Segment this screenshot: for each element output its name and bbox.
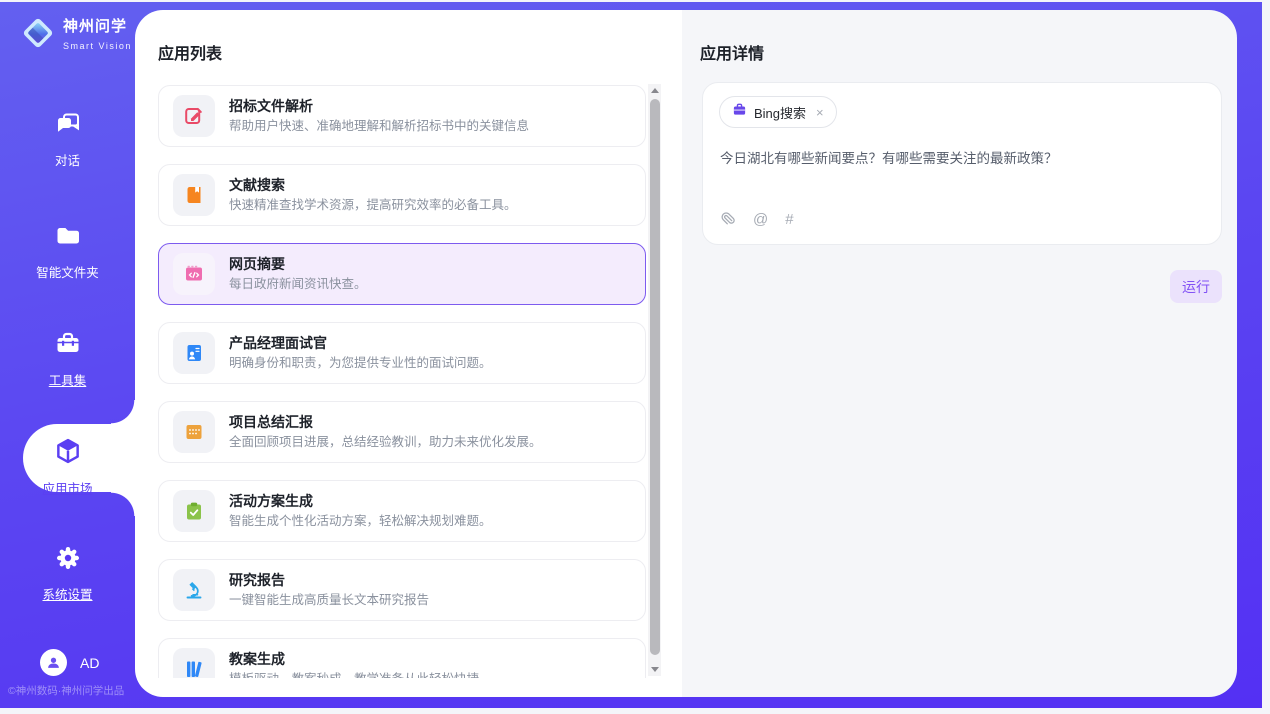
app-card-bid-document-parse[interactable]: 招标文件解析 帮助用户快速、准确地理解和解析招标书中的关键信息 [158,85,646,147]
app-list: 招标文件解析 帮助用户快速、准确地理解和解析招标书中的关键信息 文献搜索 快速精… [158,85,646,678]
brand-subtitle: Smart Vision [63,41,132,51]
app-name: 研究报告 [229,573,429,588]
microscope-icon [173,569,215,611]
briefcase-icon [732,102,747,122]
sidebar-footer-credit: ©神州数码·神州问学出品 [8,683,148,698]
gear-icon [54,559,82,576]
cube-icon [53,453,83,470]
user-initials: AD [80,655,99,671]
sidebar-item-label: 对话 [0,150,135,169]
sidebar-item-chat[interactable]: 对话 [0,110,135,169]
app-description: 模板驱动，教案秒成，教学准备从此轻松快捷 [229,672,479,678]
app-name: 文献搜索 [229,178,517,193]
avatar [40,649,67,676]
brand-name: 神州问学 [63,18,127,35]
sidebar-item-label: 工具集 [0,370,135,389]
prompt-input-card[interactable]: Bing搜索 × 今日湖北有哪些新闻要点？有哪些需要关注的最新政策？ @ # [702,82,1222,245]
tool-chip-label: Bing搜索 [754,103,806,122]
app-card-research-report[interactable]: 研究报告 一键智能生成高质量长文本研究报告 [158,559,646,621]
note-icon [173,411,215,453]
app-list-scrollbar[interactable] [648,84,661,676]
brand-logo: 神州问学 Smart Vision [20,15,132,56]
scroll-up-arrow[interactable] [648,84,661,97]
document-edit-icon [173,95,215,137]
books-icon [173,648,215,678]
sidebar-item-label: 系统设置 [0,584,135,603]
app-name: 产品经理面试官 [229,336,492,351]
run-button[interactable]: 运行 [1170,270,1222,303]
gem-logo-icon [20,15,56,56]
app-card-event-plan[interactable]: 活动方案生成 智能生成个性化活动方案，轻松解决规划难题。 [158,480,646,542]
app-name: 活动方案生成 [229,494,492,509]
close-icon[interactable]: × [816,105,824,120]
app-card-pm-interviewer[interactable]: 产品经理面试官 明确身份和职责，为您提供专业性的面试问题。 [158,322,646,384]
input-toolbar: @ # [720,209,794,231]
app-name: 项目总结汇报 [229,415,542,430]
app-name: 网页摘要 [229,257,367,272]
sidebar-item-settings[interactable]: 系统设置 [0,544,135,603]
scroll-down-arrow[interactable] [648,663,661,676]
book-icon [173,174,215,216]
paperclip-icon[interactable] [720,209,736,231]
user-account[interactable]: AD [40,649,99,676]
folder-icon [54,237,82,254]
sidebar-item-label: 应用市场 [0,478,135,497]
app-description: 智能生成个性化活动方案，轻松解决规划难题。 [229,514,492,528]
app-detail-title: 应用详情 [700,40,764,64]
app-list-title: 应用列表 [158,40,222,64]
app-card-lesson-plan[interactable]: 教案生成 模板驱动，教案秒成，教学准备从此轻松快捷 [158,638,646,678]
app-detail-section: 应用详情 Bing搜索 × 今日湖北有哪些新闻要点？有哪些需要关注的最新政策？ [682,10,1237,697]
query-text-input[interactable]: 今日湖北有哪些新闻要点？有哪些需要关注的最新政策？ [720,149,1200,168]
sidebar-item-app-market[interactable]: 应用市场 [0,436,135,497]
tool-chip-bing-search[interactable]: Bing搜索 × [719,96,837,128]
sidebar-item-label: 智能文件夹 [0,262,135,281]
app-card-literature-search[interactable]: 文献搜索 快速精准查找学术资源，提高研究效率的必备工具。 [158,164,646,226]
hashtag-icon[interactable]: # [785,212,793,228]
chat-icon [54,125,82,142]
app-description: 全面回顾项目进展，总结经验教训，助力未来优化发展。 [229,435,542,449]
mention-icon[interactable]: @ [753,212,768,228]
app-description: 快速精准查找学术资源，提高研究效率的必备工具。 [229,198,517,212]
webpage-code-icon [173,253,215,295]
clipboard-check-icon [173,490,215,532]
interview-doc-icon [173,332,215,374]
app-description: 帮助用户快速、准确地理解和解析招标书中的关键信息 [229,119,529,133]
sidebar-item-toolset[interactable]: 工具集 [0,330,135,389]
app-card-project-summary[interactable]: 项目总结汇报 全面回顾项目进展，总结经验教训，助力未来优化发展。 [158,401,646,463]
app-description: 一键智能生成高质量长文本研究报告 [229,593,429,607]
app-description: 明确身份和职责，为您提供专业性的面试问题。 [229,356,492,370]
sidebar-item-smart-folder[interactable]: 智能文件夹 [0,222,135,281]
briefcase-icon [54,345,82,362]
scrollbar-thumb[interactable] [650,99,660,655]
app-description: 每日政府新闻资讯快查。 [229,277,367,291]
app-card-webpage-summary[interactable]: 网页摘要 每日政府新闻资讯快查。 [158,243,646,305]
main-panel: 应用列表 招标文件解析 帮助用户快速、准确地理解和解析招标书中的关键信息 [135,10,1237,697]
app-list-section: 应用列表 招标文件解析 帮助用户快速、准确地理解和解析招标书中的关键信息 [135,10,682,697]
app-name: 教案生成 [229,652,479,667]
app-name: 招标文件解析 [229,99,529,114]
